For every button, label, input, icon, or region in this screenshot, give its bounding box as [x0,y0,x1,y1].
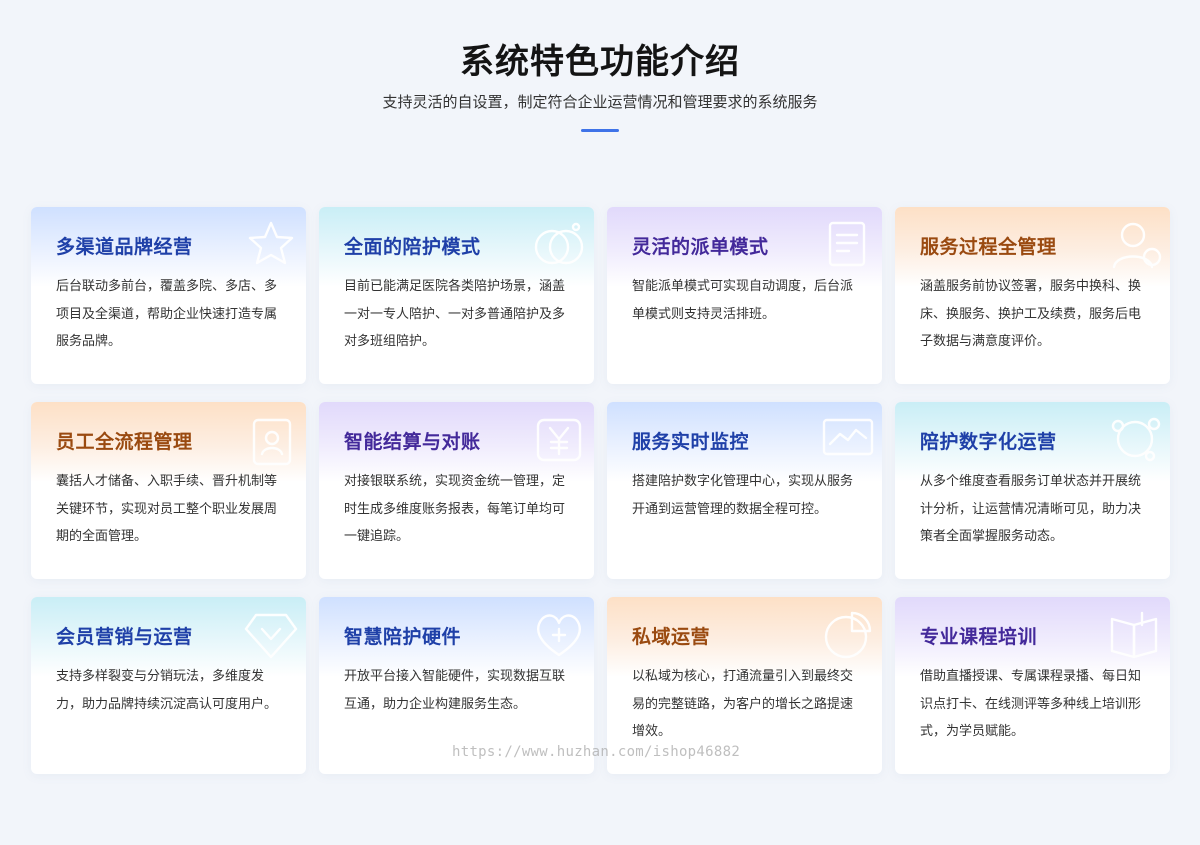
feature-card[interactable]: 会员营销与运营支持多样裂变与分销玩法，多维度发力，助力品牌持续沉淀高认可度用户。 [31,597,306,774]
page-title: 系统特色功能介绍 [460,42,740,82]
feature-card[interactable]: 全面的陪护模式目前已能满足医院各类陪护场景，涵盖一对一专人陪护、一对多普通陪护及… [319,207,594,384]
card-description: 对接银联系统，实现资金统一管理，定时生成多维度账务报表，每笔订单均可一键追踪。 [344,474,566,544]
card-description: 后台联动多前台，覆盖多院、多店、多项目及全渠道，帮助企业快速打造专属服务品牌。 [56,279,278,349]
card-title: 服务过程全管理 [920,236,1057,258]
card-title: 全面的陪护模式 [344,236,481,258]
card-description: 开放平台接入智能硬件，实现数据互联互通，助力企业构建服务生态。 [344,669,566,712]
feature-card[interactable]: 员工全流程管理囊括人才储备、入职手续、晋升机制等关键环节，实现对员工整个职业发展… [31,402,306,579]
card-description: 目前已能满足医院各类陪护场景，涵盖一对一专人陪护、一对多普通陪护及多对多班组陪护… [344,279,566,349]
feature-card[interactable]: 陪护数字化运营从多个维度查看服务订单状态并开展统计分析，让运营情况清晰可见，助力… [895,402,1170,579]
card-title: 智能结算与对账 [344,431,481,453]
card-description: 智能派单模式可实现自动调度，后台派单模式则支持灵活排班。 [632,279,854,322]
feature-intro-page: 系统特色功能介绍 支持灵活的自设置，制定符合企业运营情况和管理要求的系统服务 多… [0,0,1200,845]
feature-card-grid: 多渠道品牌经营后台联动多前台，覆盖多院、多店、多项目及全渠道，帮助企业快速打造专… [31,207,1170,774]
card-description: 从多个维度查看服务订单状态并开展统计分析，让运营情况清晰可见，助力决策者全面掌握… [920,474,1142,544]
card-title: 专业课程培训 [920,626,1038,648]
card-title: 会员营销与运营 [56,626,193,648]
card-title: 员工全流程管理 [56,431,193,453]
feature-card[interactable]: 服务实时监控搭建陪护数字化管理中心，实现从服务开通到运营管理的数据全程可控。 [607,402,882,579]
card-title: 智慧陪护硬件 [344,626,462,648]
feature-card[interactable]: 多渠道品牌经营后台联动多前台，覆盖多院、多店、多项目及全渠道，帮助企业快速打造专… [31,207,306,384]
feature-card[interactable]: 智能结算与对账对接银联系统，实现资金统一管理，定时生成多维度账务报表，每笔订单均… [319,402,594,579]
card-description: 涵盖服务前协议签署，服务中换科、换床、换服务、换护工及续费，服务后电子数据与满意… [920,279,1142,349]
card-description: 借助直播授课、专属课程录播、每日知识点打卡、在线测评等多种线上培训形式，为学员赋… [920,669,1142,739]
card-description: 以私域为核心，打通流量引入到最终交易的完整链路，为客户的增长之路提速增效。 [632,669,854,739]
title-divider [581,129,619,132]
section-header: 系统特色功能介绍 支持灵活的自设置，制定符合企业运营情况和管理要求的系统服务 [0,40,1200,132]
watermark-url: https://www.huzhan.com/ishop46882 [452,744,741,760]
card-description: 支持多样裂变与分销玩法，多维度发力，助力品牌持续沉淀高认可度用户。 [56,669,278,712]
card-title: 私域运营 [632,626,711,648]
card-title: 陪护数字化运营 [920,431,1057,453]
page-subtitle: 支持灵活的自设置，制定符合企业运营情况和管理要求的系统服务 [382,93,818,111]
card-description: 囊括人才储备、入职手续、晋升机制等关键环节，实现对员工整个职业发展周期的全面管理… [56,474,278,544]
card-title: 灵活的派单模式 [632,236,769,258]
card-description: 搭建陪护数字化管理中心，实现从服务开通到运营管理的数据全程可控。 [632,474,854,517]
feature-card[interactable]: 灵活的派单模式智能派单模式可实现自动调度，后台派单模式则支持灵活排班。 [607,207,882,384]
feature-card[interactable]: 专业课程培训借助直播授课、专属课程录播、每日知识点打卡、在线测评等多种线上培训形… [895,597,1170,774]
card-title: 服务实时监控 [632,431,750,453]
feature-card[interactable]: 服务过程全管理涵盖服务前协议签署，服务中换科、换床、换服务、换护工及续费，服务后… [895,207,1170,384]
card-title: 多渠道品牌经营 [56,236,193,258]
